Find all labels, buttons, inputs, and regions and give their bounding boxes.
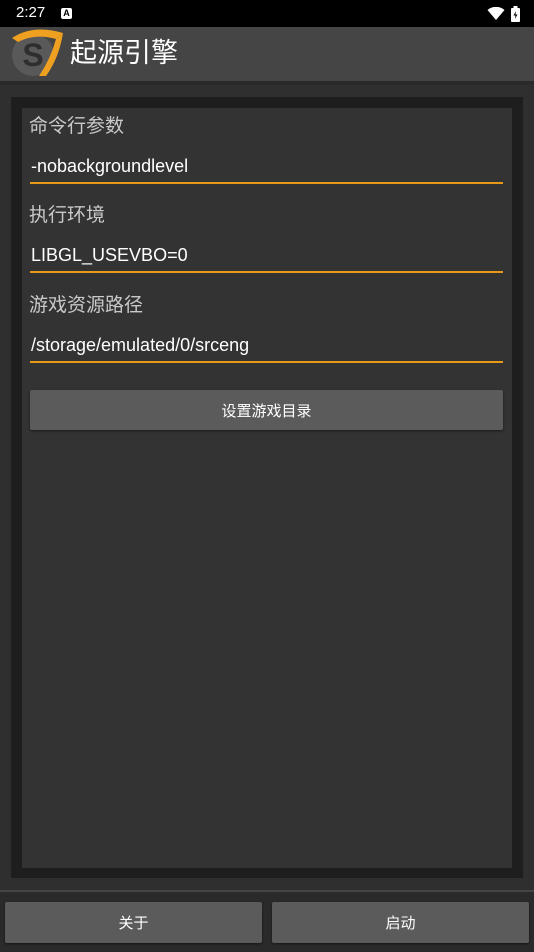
logo-letter: S bbox=[22, 37, 43, 73]
app-bar: S 起源引擎 bbox=[0, 27, 534, 85]
status-time: 2:27 bbox=[16, 4, 46, 21]
cmd-args-input[interactable] bbox=[30, 151, 503, 184]
set-game-dir-button[interactable]: 设置游戏目录 bbox=[30, 390, 503, 430]
status-icons bbox=[487, 5, 520, 23]
exec-env-input[interactable] bbox=[30, 240, 503, 273]
launch-button[interactable]: 启动 bbox=[272, 902, 529, 943]
notification-icon: A bbox=[61, 8, 72, 19]
battery-icon bbox=[511, 6, 520, 22]
exec-env-label: 执行环境 bbox=[29, 204, 106, 226]
about-button[interactable]: 关于 bbox=[5, 902, 262, 943]
app-title: 起源引擎 bbox=[70, 38, 178, 69]
wifi-icon bbox=[487, 7, 505, 20]
status-bar: 2:27 A bbox=[0, 0, 534, 27]
game-path-input[interactable] bbox=[30, 330, 503, 363]
game-path-label: 游戏资源路径 bbox=[29, 294, 144, 316]
app-logo-icon: S bbox=[12, 29, 63, 76]
cmd-args-label: 命令行参数 bbox=[29, 115, 125, 137]
